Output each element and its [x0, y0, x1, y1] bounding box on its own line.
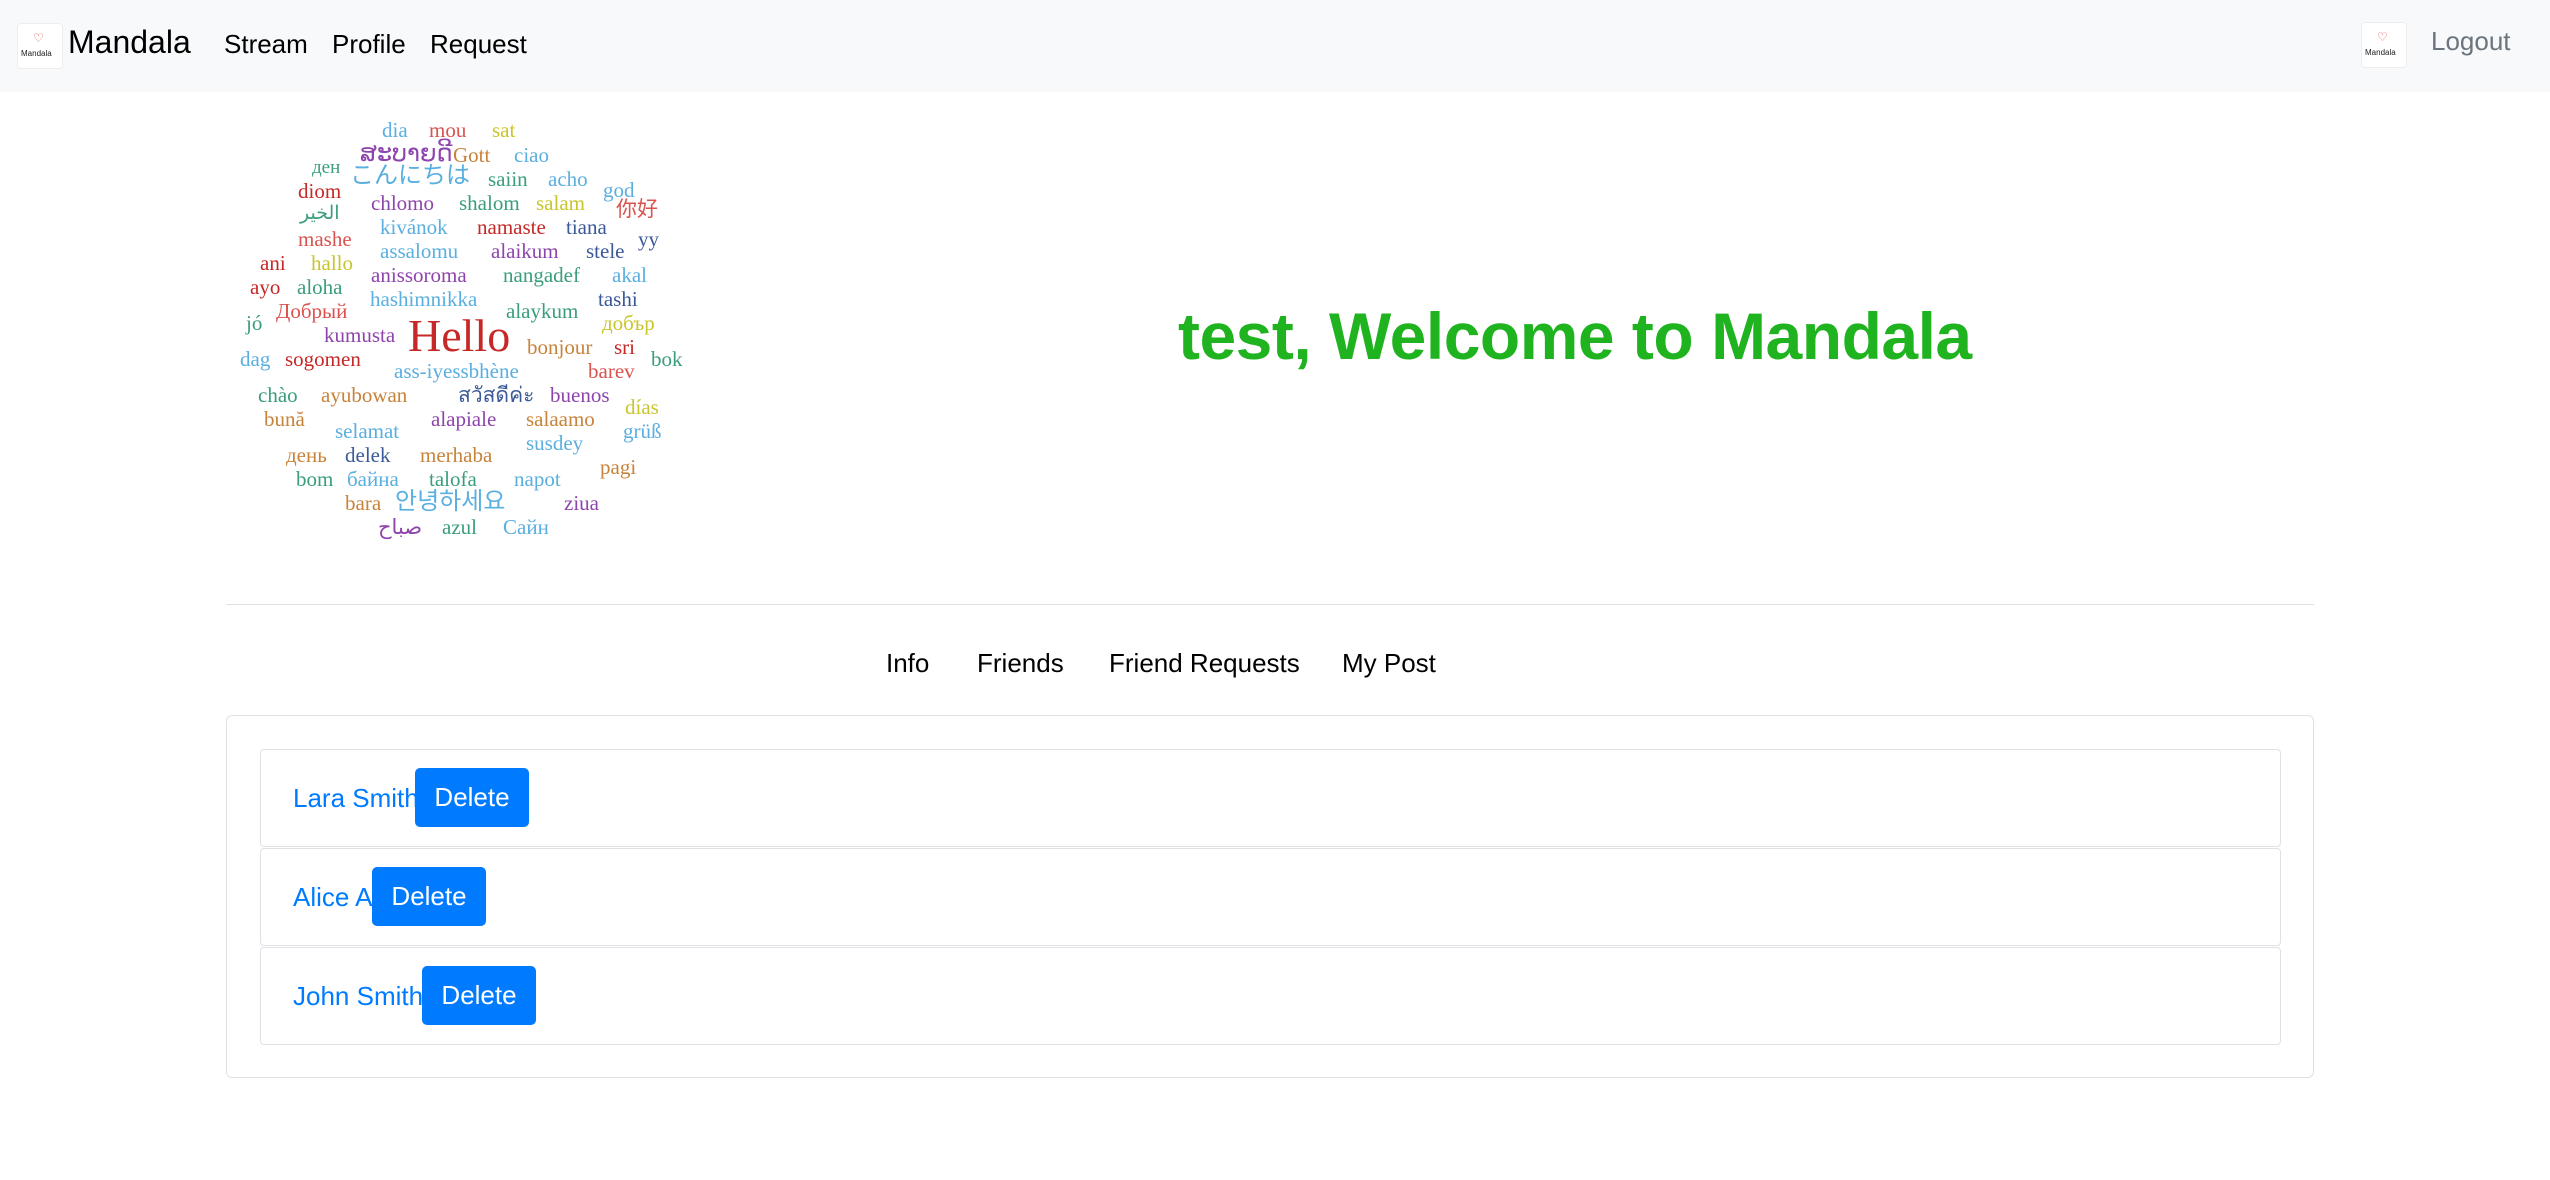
friend-name-link[interactable]: Alice A [293, 884, 373, 910]
cloud-word: mou [429, 118, 467, 142]
friend-row: Lara Smith Delete [260, 749, 2281, 847]
cloud-word: acho [548, 167, 588, 191]
cloud-word: bom [296, 467, 334, 491]
cloud-word: delek [345, 443, 391, 467]
logout-link[interactable]: Logout [2431, 26, 2511, 57]
friend-name-link[interactable]: John Smith [293, 983, 423, 1009]
brand-name[interactable]: Mandala [68, 24, 191, 61]
cloud-word: bonjour [527, 335, 593, 359]
cloud-word: добър [602, 311, 655, 335]
cloud-word: salaamo [526, 407, 595, 431]
user-avatar[interactable]: ♡ Mandala [2361, 22, 2407, 68]
cloud-word: jó [246, 311, 263, 335]
cloud-word: grüß [623, 419, 662, 443]
cloud-word: alapiale [431, 407, 497, 431]
mandala-logo-icon: ♡ Mandala [2365, 30, 2396, 57]
cloud-word: shalom [459, 191, 520, 215]
cloud-word: diom [298, 179, 342, 203]
cloud-word: Сайн [503, 515, 549, 539]
cloud-word: pagi [600, 455, 637, 479]
friend-row: John Smith Delete [260, 947, 2281, 1045]
cloud-word: صباح [378, 515, 423, 539]
cloud-word: sat [492, 118, 516, 142]
cloud-word: день [286, 443, 327, 467]
cloud-word: azul [442, 515, 477, 539]
cloud-word: namaste [477, 215, 546, 239]
cloud-word: dia [382, 118, 408, 142]
nav-stream[interactable]: Stream [224, 29, 308, 60]
cloud-word: mashe [298, 227, 352, 251]
cloud-word: napot [514, 467, 561, 491]
cloud-word: hashimnikka [370, 287, 478, 311]
friends-list-card: Lara Smith Delete Alice A Delete John Sm… [226, 715, 2314, 1078]
mandala-logo-icon: ♡ Mandala [21, 31, 52, 58]
nav-profile[interactable]: Profile [332, 29, 406, 60]
cloud-word: สวัสดีค่ะ [458, 383, 535, 407]
cloud-word: anissoroma [371, 263, 467, 287]
cloud-word: ayo [250, 275, 281, 299]
tab-friends[interactable]: Friends [977, 648, 1064, 679]
logo-text: Mandala [21, 49, 52, 58]
cloud-word: 你好 [616, 197, 658, 221]
cloud-word: ayubowan [321, 383, 408, 407]
cloud-word: merhaba [420, 443, 493, 467]
cloud-word: байна [347, 467, 399, 491]
friend-row: Alice A Delete [260, 848, 2281, 946]
cloud-word: bună [264, 407, 305, 431]
cloud-word: ani [260, 251, 286, 275]
cloud-word: barev [588, 359, 635, 383]
cloud-word: selamat [335, 419, 400, 443]
cloud-word: ден [312, 157, 341, 178]
cloud-word: Hello [408, 310, 511, 361]
cloud-word: ciao [514, 143, 549, 167]
cloud-word: susdey [526, 431, 584, 455]
friend-name-link[interactable]: Lara Smith [293, 785, 419, 811]
cloud-word: tiana [566, 215, 607, 239]
cloud-word: chlomo [371, 191, 434, 215]
delete-friend-button[interactable]: Delete [372, 867, 486, 926]
cloud-word: 안녕하세요 [395, 489, 506, 515]
cloud-word: الخير [300, 203, 340, 224]
cloud-word: stele [586, 239, 625, 263]
cloud-word: alaikum [491, 239, 559, 263]
tab-my-post[interactable]: My Post [1342, 648, 1436, 679]
cloud-word: tashi [598, 287, 638, 311]
top-navbar: ♡ Mandala Mandala Stream Profile Request… [0, 0, 2550, 92]
cloud-word: Добрый [276, 299, 348, 323]
cloud-word: dag [240, 347, 271, 371]
cloud-word: chào [258, 383, 298, 407]
nav-request[interactable]: Request [430, 29, 527, 60]
cloud-word: assalomu [380, 239, 459, 263]
delete-friend-button[interactable]: Delete [422, 966, 536, 1025]
cloud-word: kivánok [380, 215, 448, 239]
cloud-word: alaykum [506, 299, 579, 323]
cloud-word: bok [651, 347, 683, 371]
cloud-word: akal [612, 263, 647, 287]
logo-text: Mandala [2365, 48, 2396, 57]
cloud-word: こんにちは [350, 163, 470, 189]
cloud-word: ass-iyessbhène [394, 359, 519, 383]
cloud-word: ziua [564, 491, 599, 515]
cloud-word: aloha [297, 275, 343, 299]
cloud-word: saiin [488, 167, 528, 191]
hello-word-cloud: dia mou sat ສະບາຍດີ Gott ciao ден こんにちは … [230, 112, 700, 552]
cloud-word: kumusta [324, 323, 396, 347]
cloud-word: yy [638, 227, 659, 251]
cloud-word: sri [614, 335, 635, 359]
cloud-word: talofa [429, 467, 477, 491]
cloud-word: bara [345, 491, 382, 515]
welcome-heading: test, Welcome to Mandala [1178, 299, 1972, 373]
delete-friend-button[interactable]: Delete [415, 768, 529, 827]
cloud-word: buenos [550, 383, 610, 407]
brand-logo[interactable]: ♡ Mandala [17, 23, 63, 69]
cloud-word: sogomen [285, 347, 361, 371]
cloud-word: días [625, 395, 659, 419]
tab-friend-requests[interactable]: Friend Requests [1109, 648, 1300, 679]
section-divider [226, 604, 2314, 605]
cloud-word: salam [536, 191, 585, 215]
cloud-word: nangadef [503, 263, 580, 287]
tab-info[interactable]: Info [886, 648, 929, 679]
cloud-word: hallo [311, 251, 353, 275]
